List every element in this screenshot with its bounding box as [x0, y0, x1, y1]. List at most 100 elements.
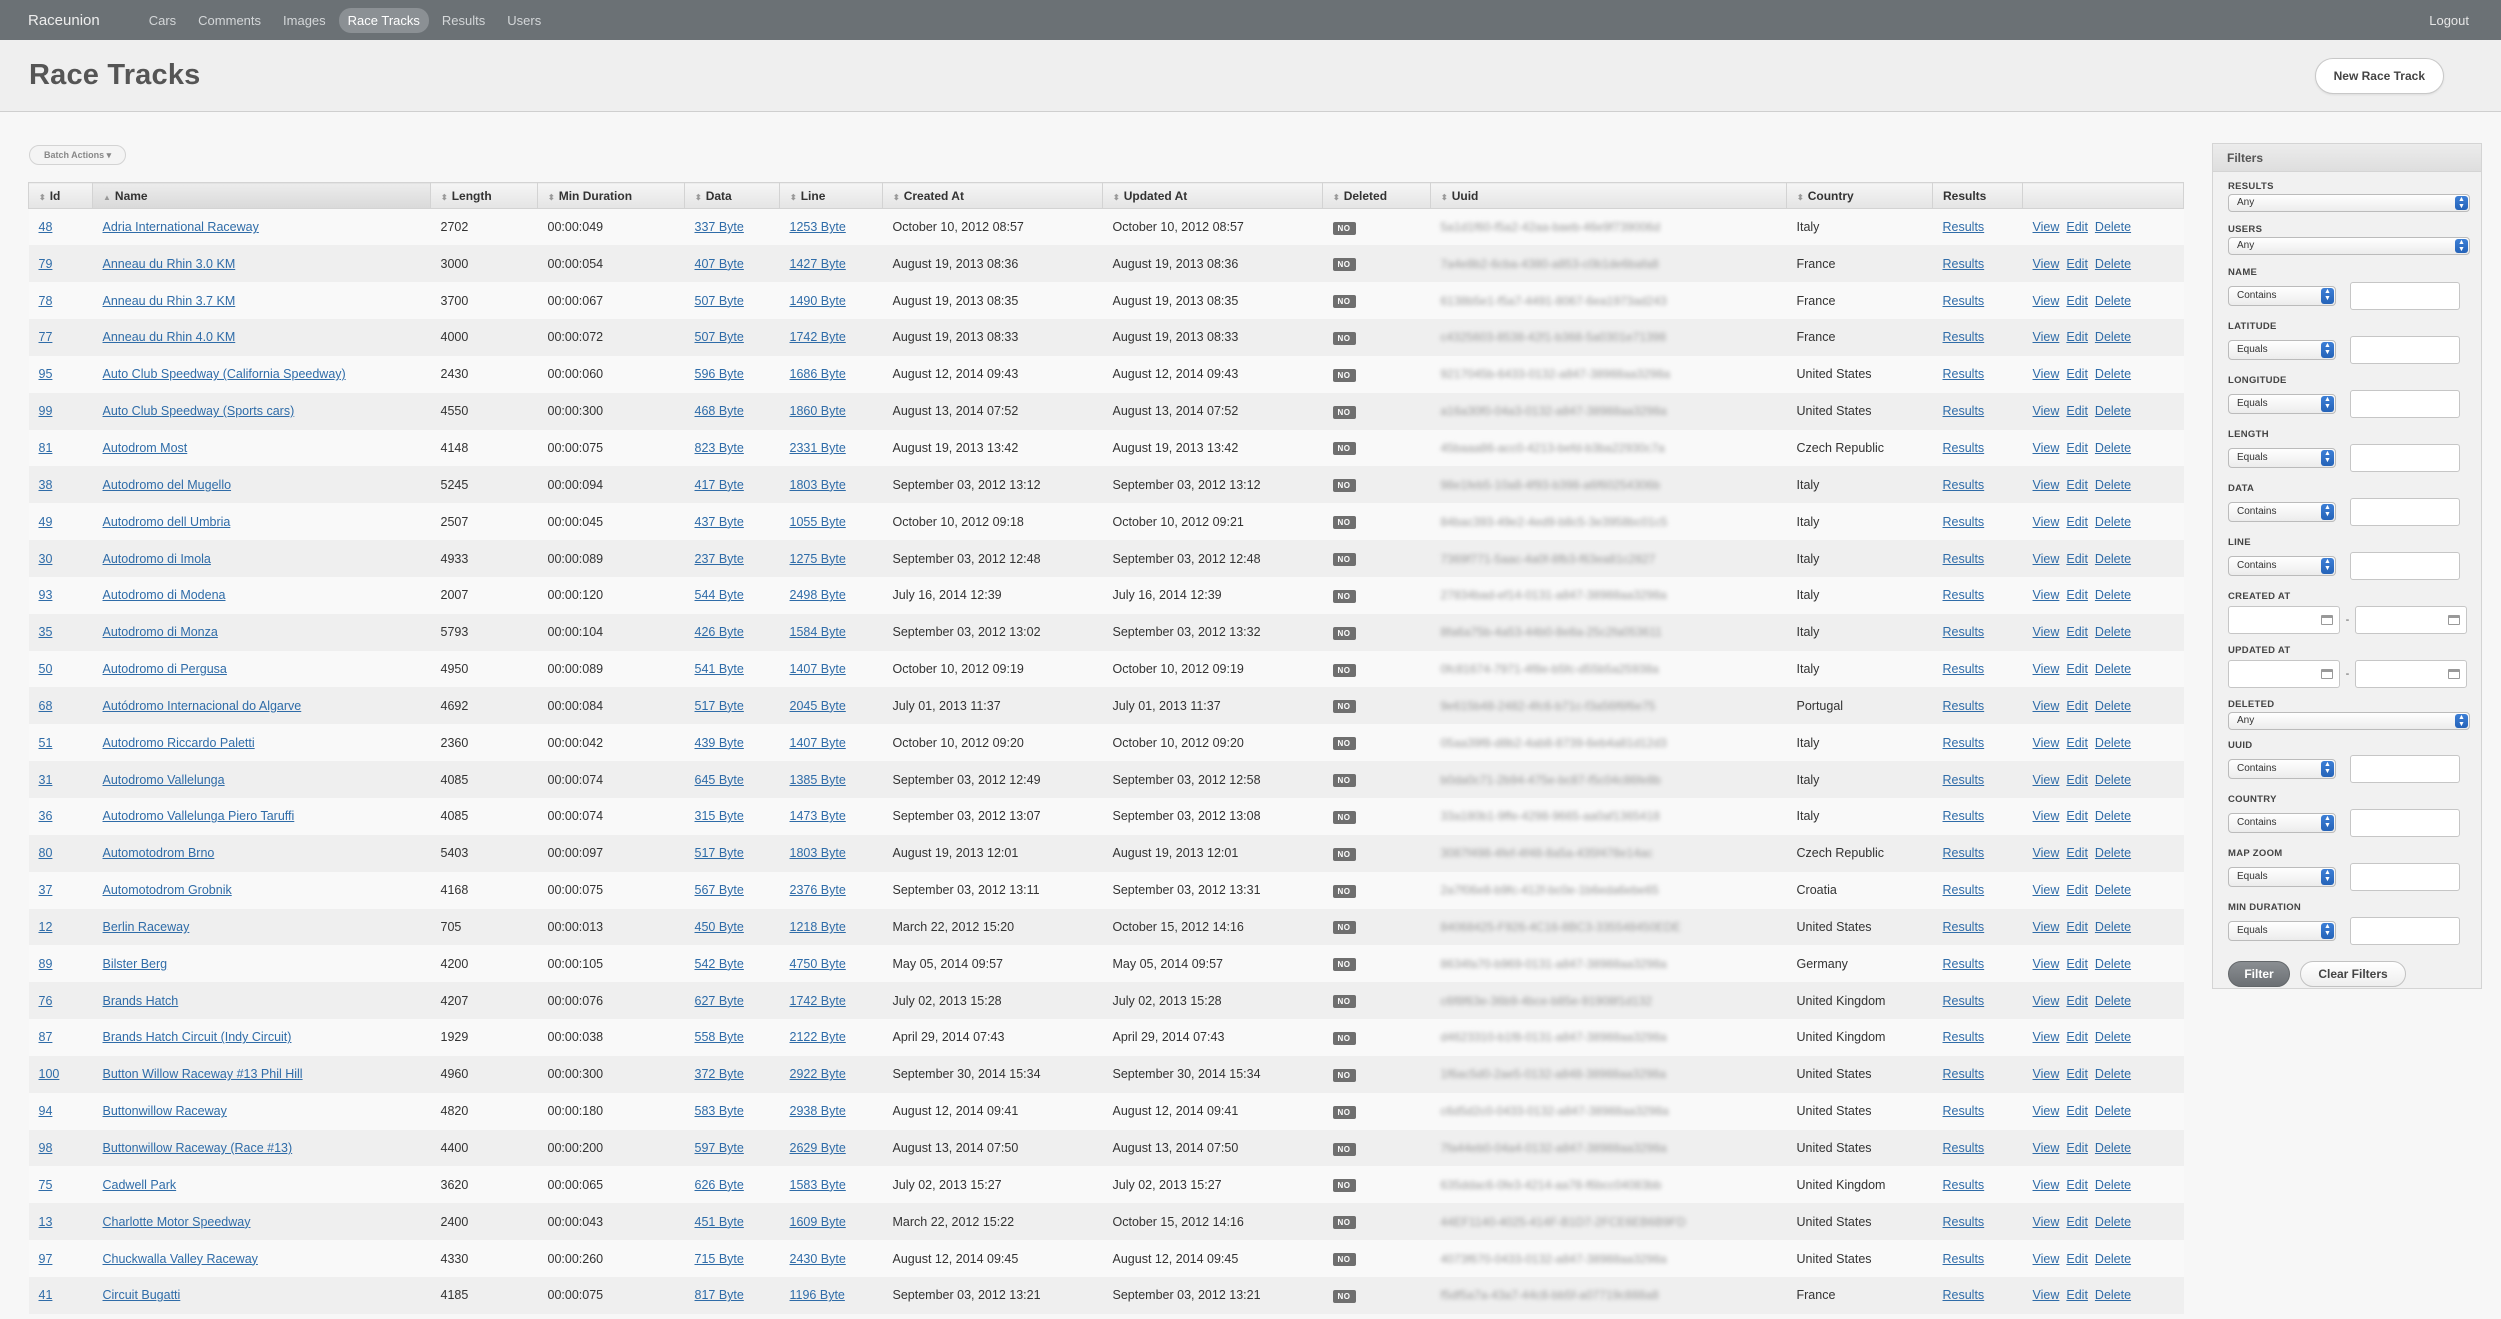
id-link[interactable]: 30: [39, 552, 53, 566]
line-link[interactable]: 1803 Byte: [790, 478, 846, 492]
edit-link[interactable]: Edit: [2066, 1252, 2088, 1266]
delete-link[interactable]: Delete: [2095, 441, 2131, 455]
country-operator-select[interactable]: Contains ▲ ▼: [2228, 813, 2336, 833]
edit-link[interactable]: Edit: [2066, 883, 2088, 897]
delete-link[interactable]: Delete: [2095, 1252, 2131, 1266]
data-link[interactable]: 468 Byte: [695, 404, 744, 418]
data-link[interactable]: 823 Byte: [695, 441, 744, 455]
line-link[interactable]: 1407 Byte: [790, 662, 846, 676]
name-link[interactable]: Brands Hatch Circuit (Indy Circuit): [103, 1030, 292, 1044]
results-link[interactable]: Results: [1943, 846, 1985, 860]
line-link[interactable]: 2922 Byte: [790, 1067, 846, 1081]
delete-link[interactable]: Delete: [2095, 809, 2131, 823]
id-link[interactable]: 87: [39, 1030, 53, 1044]
created-at-from-input[interactable]: [2228, 606, 2340, 634]
name-link[interactable]: Anneau du Rhin 3.7 KM: [103, 294, 236, 308]
edit-link[interactable]: Edit: [2066, 625, 2088, 639]
name-link[interactable]: Autodrom Most: [103, 441, 188, 455]
name-link[interactable]: Autodromo Vallelunga: [103, 773, 225, 787]
data-operator-select[interactable]: Contains ▲ ▼: [2228, 502, 2336, 522]
data-link[interactable]: 817 Byte: [695, 1288, 744, 1302]
name-link[interactable]: Autodromo di Modena: [103, 588, 226, 602]
results-link[interactable]: Results: [1943, 773, 1985, 787]
edit-link[interactable]: Edit: [2066, 478, 2088, 492]
line-link[interactable]: 1803 Byte: [790, 846, 846, 860]
delete-link[interactable]: Delete: [2095, 957, 2131, 971]
delete-link[interactable]: Delete: [2095, 1104, 2131, 1118]
view-link[interactable]: View: [2033, 1067, 2060, 1081]
name-link[interactable]: Automotodrom Brno: [103, 846, 215, 860]
line-link[interactable]: 1407 Byte: [790, 736, 846, 750]
name-link[interactable]: Auto Club Speedway (Sports cars): [103, 404, 295, 418]
name-link[interactable]: Buttonwillow Raceway (Race #13): [103, 1141, 293, 1155]
edit-link[interactable]: Edit: [2066, 588, 2088, 602]
data-link[interactable]: 315 Byte: [695, 809, 744, 823]
edit-link[interactable]: Edit: [2066, 1141, 2088, 1155]
results-link[interactable]: Results: [1943, 1178, 1985, 1192]
line-link[interactable]: 1275 Byte: [790, 552, 846, 566]
results-link[interactable]: Results: [1943, 662, 1985, 676]
id-link[interactable]: 50: [39, 662, 53, 676]
results-select[interactable]: Any ▲ ▼: [2228, 194, 2470, 212]
results-link[interactable]: Results: [1943, 294, 1985, 308]
results-link[interactable]: Results: [1943, 1288, 1985, 1302]
length-input[interactable]: [2350, 444, 2460, 472]
id-link[interactable]: 78: [39, 294, 53, 308]
edit-link[interactable]: Edit: [2066, 1288, 2088, 1302]
data-link[interactable]: 583 Byte: [695, 1104, 744, 1118]
deleted-select[interactable]: Any ▲ ▼: [2228, 712, 2470, 730]
delete-link[interactable]: Delete: [2095, 257, 2131, 271]
delete-link[interactable]: Delete: [2095, 699, 2131, 713]
delete-link[interactable]: Delete: [2095, 404, 2131, 418]
data-link[interactable]: 437 Byte: [695, 515, 744, 529]
data-link[interactable]: 439 Byte: [695, 736, 744, 750]
view-link[interactable]: View: [2033, 1252, 2060, 1266]
view-link[interactable]: View: [2033, 920, 2060, 934]
col-header-line[interactable]: ⬍ Line: [779, 182, 883, 209]
delete-link[interactable]: Delete: [2095, 625, 2131, 639]
results-link[interactable]: Results: [1943, 920, 1985, 934]
id-link[interactable]: 68: [39, 699, 53, 713]
results-link[interactable]: Results: [1943, 809, 1985, 823]
filter-button[interactable]: Filter: [2228, 961, 2290, 987]
delete-link[interactable]: Delete: [2095, 994, 2131, 1008]
edit-link[interactable]: Edit: [2066, 662, 2088, 676]
id-link[interactable]: 81: [39, 441, 53, 455]
data-link[interactable]: 372 Byte: [695, 1067, 744, 1081]
delete-link[interactable]: Delete: [2095, 588, 2131, 602]
view-link[interactable]: View: [2033, 441, 2060, 455]
results-link[interactable]: Results: [1943, 736, 1985, 750]
edit-link[interactable]: Edit: [2066, 736, 2088, 750]
name-link[interactable]: Charlotte Motor Speedway: [103, 1215, 251, 1229]
id-link[interactable]: 37: [39, 883, 53, 897]
line-link[interactable]: 1860 Byte: [790, 404, 846, 418]
view-link[interactable]: View: [2033, 994, 2060, 1008]
col-header-length[interactable]: ⬍ Length: [430, 182, 538, 209]
latitude-operator-select[interactable]: Equals ▲ ▼: [2228, 340, 2336, 360]
data-link[interactable]: 337 Byte: [695, 220, 744, 234]
line-link[interactable]: 1583 Byte: [790, 1178, 846, 1192]
data-input[interactable]: [2350, 498, 2460, 526]
name-link[interactable]: Autodromo dell Umbria: [103, 515, 231, 529]
name-input[interactable]: [2350, 282, 2460, 310]
delete-link[interactable]: Delete: [2095, 478, 2131, 492]
delete-link[interactable]: Delete: [2095, 367, 2131, 381]
name-link[interactable]: Anneau du Rhin 3.0 KM: [103, 257, 236, 271]
results-link[interactable]: Results: [1943, 1067, 1985, 1081]
edit-link[interactable]: Edit: [2066, 994, 2088, 1008]
data-link[interactable]: 407 Byte: [695, 257, 744, 271]
view-link[interactable]: View: [2033, 809, 2060, 823]
results-link[interactable]: Results: [1943, 1215, 1985, 1229]
id-link[interactable]: 93: [39, 588, 53, 602]
id-link[interactable]: 100: [39, 1067, 60, 1081]
clear-filters-button[interactable]: Clear Filters: [2300, 961, 2406, 987]
line-link[interactable]: 1253 Byte: [790, 220, 846, 234]
view-link[interactable]: View: [2033, 220, 2060, 234]
name-link[interactable]: Auto Club Speedway (California Speedway): [103, 367, 346, 381]
data-link[interactable]: 558 Byte: [695, 1030, 744, 1044]
name-link[interactable]: Chuckwalla Valley Raceway: [103, 1252, 258, 1266]
name-link[interactable]: Autodromo Riccardo Paletti: [103, 736, 255, 750]
line-link[interactable]: 1686 Byte: [790, 367, 846, 381]
view-link[interactable]: View: [2033, 330, 2060, 344]
view-link[interactable]: View: [2033, 257, 2060, 271]
